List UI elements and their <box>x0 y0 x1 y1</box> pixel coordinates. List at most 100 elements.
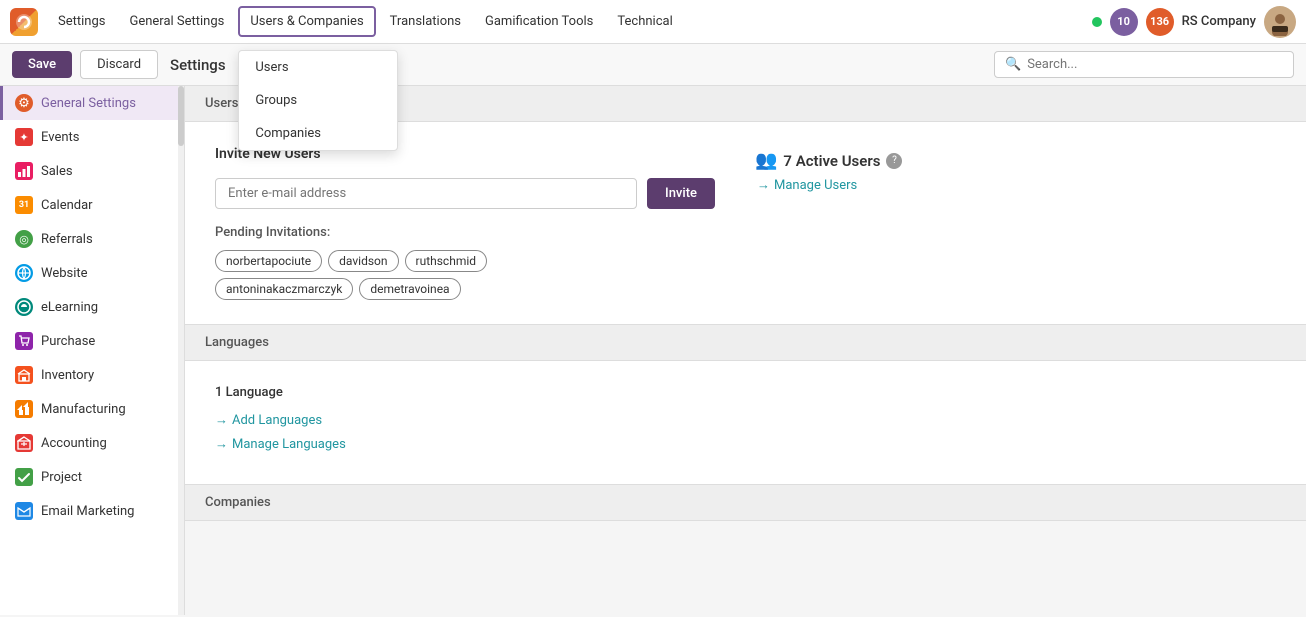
website-icon <box>15 264 33 282</box>
sidebar-item-email-marketing[interactable]: Email Marketing <box>0 494 184 528</box>
sidebar-item-referrals[interactable]: ◎ Referrals <box>0 222 184 256</box>
manage-lang-arrow: → <box>215 436 228 452</box>
languages-section-header: Languages <box>185 325 1306 361</box>
sidebar-item-elearning[interactable]: eLearning <box>0 290 184 324</box>
search-icon: 🔍 <box>1005 57 1021 72</box>
referrals-icon: ◎ <box>15 230 33 248</box>
sidebar-item-website[interactable]: Website <box>0 256 184 290</box>
sidebar-item-sales[interactable]: Sales <box>0 154 184 188</box>
help-icon[interactable]: ? <box>886 153 902 169</box>
top-nav: Settings General Settings Users & Compan… <box>0 0 1306 44</box>
sidebar-item-accounting[interactable]: Accounting <box>0 426 184 460</box>
active-users-panel: 👥 7 Active Users ? → Manage Users <box>755 146 902 300</box>
online-status-dot <box>1092 17 1102 27</box>
invite-input-row: Invite <box>215 178 715 209</box>
sidebar-label-manufacturing: Manufacturing <box>41 402 126 417</box>
nav-item-users-companies[interactable]: Users & Companies <box>238 6 375 37</box>
email-marketing-icon <box>15 502 33 520</box>
main-content: Users Invite New Users Invite Pending In… <box>185 86 1306 615</box>
elearning-icon <box>15 298 33 316</box>
calendar-icon: 31 <box>15 196 33 214</box>
invite-panel: Invite New Users Invite Pending Invitati… <box>215 146 715 300</box>
sidebar-label-inventory: Inventory <box>41 368 94 383</box>
nav-item-general-settings[interactable]: General Settings <box>119 8 234 35</box>
toolbar: Save Discard Settings 🔍 <box>0 44 1306 86</box>
sidebar-label-email-marketing: Email Marketing <box>41 504 134 519</box>
discard-button[interactable]: Discard <box>80 50 158 79</box>
messages-badge[interactable]: 10 <box>1110 8 1138 36</box>
events-icon: ✦ <box>15 128 33 146</box>
general-settings-icon: ⚙ <box>15 94 33 112</box>
companies-section-header: Companies <box>185 485 1306 521</box>
sidebar-label-project: Project <box>41 470 82 485</box>
project-icon <box>15 468 33 486</box>
sidebar-label-accounting: Accounting <box>41 436 107 451</box>
sidebar-item-inventory[interactable]: Inventory <box>0 358 184 392</box>
tag-norbertapociute[interactable]: norbertapociute <box>215 250 322 272</box>
accounting-icon <box>15 434 33 452</box>
sidebar-label-events: Events <box>41 130 79 145</box>
sidebar-item-general-settings[interactable]: ⚙ General Settings <box>0 86 184 120</box>
sidebar-label-sales: Sales <box>41 164 73 179</box>
search-box: 🔍 <box>994 51 1294 78</box>
nav-item-technical[interactable]: Technical <box>607 8 682 35</box>
company-name: RS Company <box>1182 14 1256 29</box>
users-section-body: Invite New Users Invite Pending Invitati… <box>185 122 1306 325</box>
user-avatar[interactable] <box>1264 6 1296 38</box>
sidebar-item-events[interactable]: ✦ Events <box>0 120 184 154</box>
purchase-icon <box>15 332 33 350</box>
manage-arrow: → <box>757 177 770 193</box>
language-count: 1 Language <box>215 385 1276 400</box>
nav-item-gamification[interactable]: Gamification Tools <box>475 8 603 35</box>
invite-button[interactable]: Invite <box>647 178 715 209</box>
manage-users-link[interactable]: → Manage Users <box>757 177 902 193</box>
sidebar-label-website: Website <box>41 266 88 281</box>
companies-section-title: Companies <box>205 495 271 510</box>
users-companies-dropdown: Users Groups Companies <box>238 50 398 151</box>
tag-davidson[interactable]: davidson <box>328 250 398 272</box>
active-users-header: 👥 7 Active Users ? <box>755 150 902 171</box>
save-button[interactable]: Save <box>12 51 72 78</box>
email-input[interactable] <box>215 178 637 209</box>
dropdown-item-users[interactable]: Users <box>239 51 397 84</box>
tag-ruthschmid[interactable]: ruthschmid <box>405 250 488 272</box>
toolbar-title: Settings <box>170 56 226 74</box>
app-logo[interactable] <box>10 8 38 36</box>
main-layout: ⚙ General Settings ✦ Events Sales 31 Cal… <box>0 86 1306 615</box>
manufacturing-icon <box>15 400 33 418</box>
sidebar-item-calendar[interactable]: 31 Calendar <box>0 188 184 222</box>
nav-right: 10 136 RS Company <box>1092 6 1296 38</box>
sidebar-item-manufacturing[interactable]: Manufacturing <box>0 392 184 426</box>
activity-badge[interactable]: 136 <box>1146 8 1174 36</box>
sidebar-label-referrals: Referrals <box>41 232 93 247</box>
sidebar-label-purchase: Purchase <box>41 334 95 349</box>
manage-languages-link[interactable]: → Manage Languages <box>215 436 1276 452</box>
users-group-icon: 👥 <box>755 150 777 171</box>
nav-item-settings[interactable]: Settings <box>48 8 115 35</box>
add-languages-label: Add Languages <box>232 413 322 428</box>
add-lang-arrow: → <box>215 412 228 428</box>
languages-section-title: Languages <box>205 335 269 350</box>
pending-label: Pending Invitations: <box>215 225 715 240</box>
dropdown-item-companies[interactable]: Companies <box>239 117 397 150</box>
nav-item-translations[interactable]: Translations <box>380 8 471 35</box>
sidebar-label-general-settings: General Settings <box>41 96 136 111</box>
manage-users-label: Manage Users <box>774 178 857 193</box>
sidebar-item-project[interactable]: Project <box>0 460 184 494</box>
sidebar: ⚙ General Settings ✦ Events Sales 31 Cal… <box>0 86 185 615</box>
manage-languages-label: Manage Languages <box>232 437 346 452</box>
sidebar-label-calendar: Calendar <box>41 198 93 213</box>
pending-tags: norbertapociute davidson ruthschmid <box>215 250 715 272</box>
pending-tags-2: antoninakaczmarczyk demetravoinea <box>215 278 715 300</box>
dropdown-item-groups[interactable]: Groups <box>239 84 397 117</box>
add-languages-link[interactable]: → Add Languages <box>215 412 1276 428</box>
languages-section-body: 1 Language → Add Languages → Manage Lang… <box>185 361 1306 485</box>
tag-demetravoinea[interactable]: demetravoinea <box>359 278 460 300</box>
users-grid: Invite New Users Invite Pending Invitati… <box>215 146 1276 300</box>
sidebar-item-purchase[interactable]: Purchase <box>0 324 184 358</box>
search-input[interactable] <box>1027 57 1283 72</box>
tag-antoninakaczmarczyk[interactable]: antoninakaczmarczyk <box>215 278 353 300</box>
active-users-count: 7 Active Users <box>783 152 880 170</box>
users-section-title: Users <box>205 96 238 111</box>
inventory-icon <box>15 366 33 384</box>
